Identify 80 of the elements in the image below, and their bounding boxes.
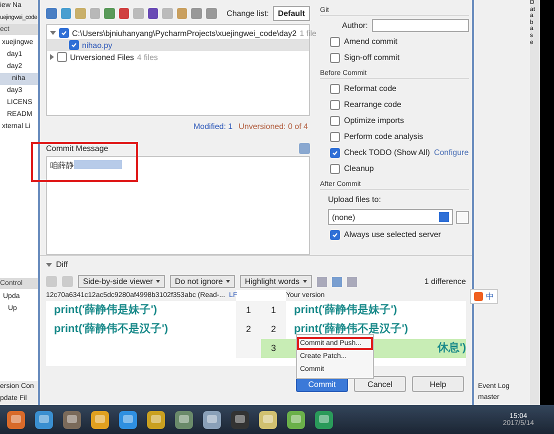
line-number: 1 <box>270 304 277 317</box>
app-icon[interactable] <box>60 408 84 430</box>
diff-title: Diff <box>56 260 68 269</box>
browse-button[interactable] <box>456 210 469 224</box>
ignore-dropdown[interactable]: Do not ignore <box>170 275 235 288</box>
change-list-label: Change list: <box>226 8 269 18</box>
tree-item[interactable]: Unversioned Files <box>70 52 134 62</box>
app-icon[interactable] <box>4 408 28 430</box>
toolbar-icon[interactable] <box>148 8 158 18</box>
checkmark-icon <box>332 232 338 238</box>
app-icon[interactable] <box>256 408 280 430</box>
toolbar-icon[interactable] <box>104 8 115 18</box>
modified-count: Modified: 1 <box>193 122 233 131</box>
file-row[interactable]: nihao.py <box>47 39 309 51</box>
checkbox[interactable] <box>330 164 340 174</box>
difference-count: 1 difference <box>424 277 466 286</box>
checkbox[interactable] <box>330 100 340 110</box>
code-line: print('薛静伟是妹子') <box>53 302 158 318</box>
checkbox[interactable] <box>330 230 340 240</box>
toolbar-icon[interactable] <box>118 8 130 18</box>
upload-label: Upload files to: <box>328 195 381 204</box>
option-label: Check TODO (Show All) <box>344 148 430 157</box>
option-label: Cleanup <box>344 164 374 173</box>
expand-icon[interactable] <box>46 262 52 266</box>
toolbar-icon[interactable] <box>46 8 57 18</box>
app-icon[interactable] <box>144 408 168 430</box>
viewer-dropdown[interactable]: Side-by-side viewer <box>78 275 165 288</box>
dialog-button[interactable]: Help <box>412 376 464 392</box>
checkbox[interactable] <box>330 116 340 126</box>
configure-link[interactable]: Configure <box>434 148 469 157</box>
unversioned-count: Unversioned: 0 of 4 <box>238 122 308 131</box>
app-icon[interactable] <box>172 408 196 430</box>
app-icon[interactable] <box>200 408 224 430</box>
view-icon[interactable] <box>316 276 327 286</box>
ime-toolbar: 中 <box>470 289 498 304</box>
option-label: Rearrange code <box>344 100 402 109</box>
code-line: print('薛静伟不是汉子') <box>53 322 169 337</box>
line-number: 2 <box>244 323 252 336</box>
view-icon[interactable] <box>332 276 342 286</box>
option-label: Amend commit <box>344 37 398 46</box>
checkbox[interactable] <box>330 36 340 46</box>
line-number: 1 <box>244 304 252 317</box>
toolbar-icon[interactable] <box>191 8 202 18</box>
tree-item[interactable]: C:\Users\bjniuhanyang\PycharmProjects\xuejingwei_code\day2 <box>72 28 297 38</box>
checkbox[interactable] <box>57 52 67 62</box>
checkmark-icon <box>332 150 338 156</box>
toolbar-icon[interactable] <box>60 8 72 18</box>
file-count: 4 files <box>137 52 158 62</box>
dialog-button[interactable]: Cancel <box>354 376 406 392</box>
toolbar-icon[interactable] <box>206 8 217 18</box>
checkbox[interactable] <box>69 40 79 50</box>
app-icon[interactable] <box>312 408 336 430</box>
checkbox[interactable] <box>330 52 340 62</box>
line-number: 2 <box>270 323 277 336</box>
checkbox[interactable] <box>330 132 340 142</box>
code-line: print('薛静伟不是汉子') <box>293 322 409 337</box>
option-label: Sign-off commit <box>344 53 400 62</box>
line-number: 3 <box>261 339 286 358</box>
app-icon[interactable] <box>32 408 56 430</box>
file-count: 1 file <box>300 28 316 38</box>
highlight-dropdown[interactable]: Highlight words <box>240 275 312 288</box>
app-icon[interactable] <box>284 408 308 430</box>
app-icon[interactable] <box>116 408 140 430</box>
view-icon[interactable] <box>346 276 357 286</box>
checkbox[interactable] <box>330 84 340 94</box>
option-label: Reformat code <box>344 84 396 93</box>
author-field[interactable] <box>372 19 469 32</box>
author-label: Author: <box>342 21 368 30</box>
server-dropdown[interactable]: (none) <box>328 209 453 225</box>
ime-logo-icon <box>474 292 483 301</box>
option-label: Optimize imports <box>344 116 404 125</box>
change-list-dropdown[interactable]: Default <box>272 6 310 20</box>
checkbox[interactable] <box>59 28 69 38</box>
checkbox[interactable] <box>330 148 340 158</box>
commit-message-label: Commit Message <box>46 144 108 153</box>
commit-message-field[interactable]: 咱薛静 <box>46 156 310 255</box>
option-label: Perform code analysis <box>344 132 424 141</box>
app-icon[interactable] <box>88 408 112 430</box>
code-line: print('薛静伟是妹子') <box>293 302 398 318</box>
option-label: Always use selected server <box>344 230 441 239</box>
